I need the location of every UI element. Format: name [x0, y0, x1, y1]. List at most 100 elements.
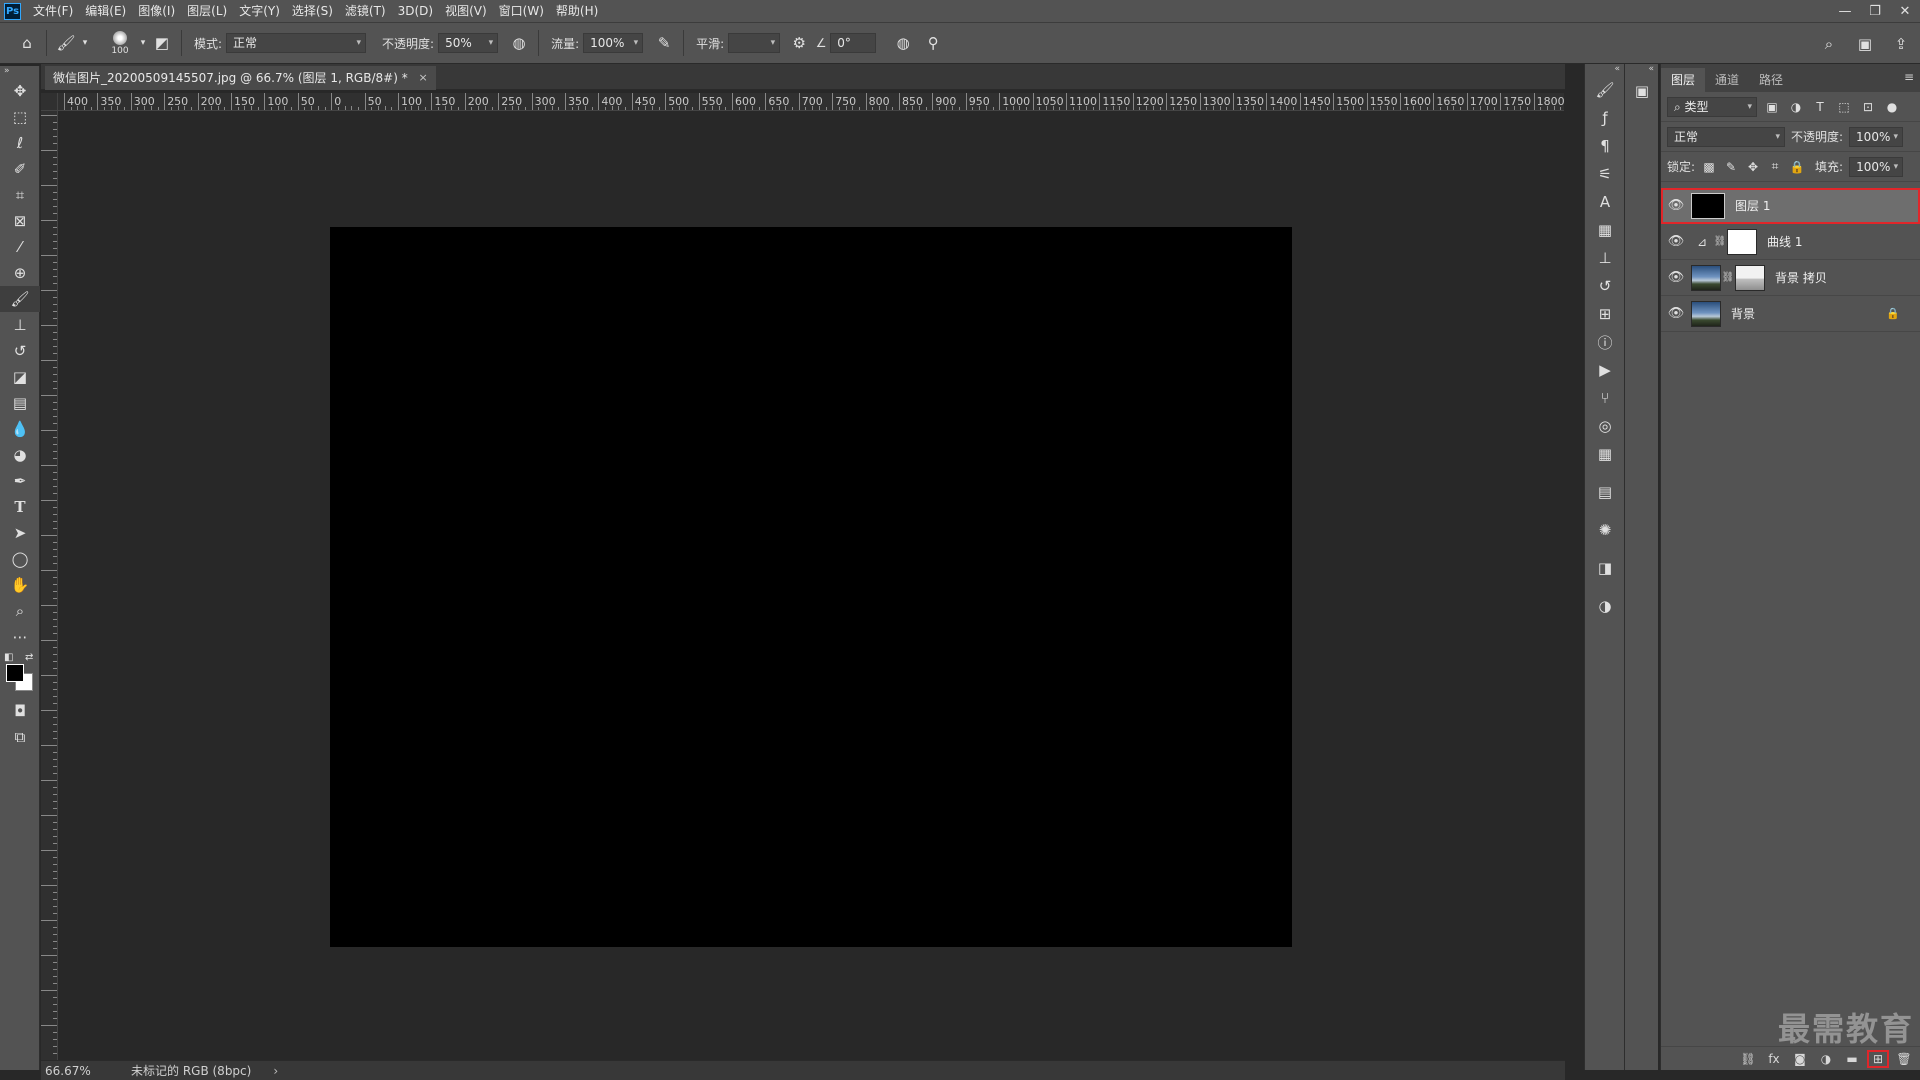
character-icon[interactable]: A: [1585, 188, 1625, 216]
menu-help[interactable]: 帮助(H): [550, 0, 604, 22]
brush-settings-panel-icon[interactable]: ◩: [149, 30, 175, 56]
clone-source-icon[interactable]: ⊥: [1585, 244, 1625, 272]
menu-filter[interactable]: 滤镜(T): [339, 0, 392, 22]
tab-layers[interactable]: 图层: [1661, 68, 1706, 92]
3d-icon[interactable]: ◎: [1585, 412, 1625, 440]
swatches-icon[interactable]: ✺: [1585, 516, 1625, 544]
paragraph-icon[interactable]: ¶: [1585, 132, 1625, 160]
layer-name[interactable]: 图层 1: [1735, 197, 1770, 214]
lock-transparency-icon[interactable]: ▩: [1701, 160, 1717, 174]
lock-all-icon[interactable]: 🔒: [1789, 160, 1805, 174]
restore-button[interactable]: ❐: [1860, 0, 1890, 22]
frame-tool-icon[interactable]: ⊠: [0, 208, 40, 234]
eyedropper-tool-icon[interactable]: ⁄: [0, 234, 40, 260]
document-tab[interactable]: 微信图片_20200509145507.jpg @ 66.7% (图层 1, R…: [45, 66, 436, 90]
flow-input[interactable]: 100% ▾: [583, 33, 644, 53]
blend-mode-select[interactable]: 正常 ▾: [1667, 126, 1785, 147]
pixel-filter-icon[interactable]: ▣: [1763, 100, 1781, 114]
adjustment-filter-icon[interactable]: ◑: [1787, 100, 1805, 114]
fill-input[interactable]: 100% ▾: [1849, 156, 1904, 177]
quick-select-tool-icon[interactable]: ✐: [0, 156, 40, 182]
crop-tool-icon[interactable]: ⌗: [0, 182, 40, 208]
collapse-icon[interactable]: «: [1585, 64, 1624, 76]
new-layer-icon[interactable]: ⊞: [1867, 1049, 1889, 1068]
layer-row-background-copy[interactable]: 👁 ⛓ 背景 拷贝: [1661, 260, 1920, 296]
link-layers-icon[interactable]: ⛓: [1739, 1052, 1757, 1066]
menu-select[interactable]: 选择(S): [286, 0, 339, 22]
share-icon[interactable]: ⇪: [1888, 31, 1914, 57]
dodge-tool-icon[interactable]: ◕: [0, 442, 40, 468]
document-canvas[interactable]: [330, 227, 1292, 947]
tab-channels[interactable]: 通道: [1705, 68, 1749, 92]
pen-tool-icon[interactable]: ✒: [0, 468, 40, 494]
airbrush-icon[interactable]: ✎: [651, 30, 677, 56]
foreground-color-swatch[interactable]: [6, 664, 24, 682]
angle-input[interactable]: 0°: [830, 33, 877, 53]
notes-icon[interactable]: ▤: [1585, 478, 1625, 506]
delete-layer-icon[interactable]: 🗑: [1895, 1052, 1913, 1066]
history-icon[interactable]: ↺: [1585, 272, 1625, 300]
marquee-tool-icon[interactable]: ⬚: [0, 104, 40, 130]
paths-icon[interactable]: ⑂: [1585, 384, 1625, 412]
properties-icon[interactable]: ◨: [1585, 554, 1625, 582]
collapse-icon[interactable]: »: [0, 66, 39, 78]
default-colors-icon[interactable]: ◧: [4, 652, 13, 663]
zoom-tool-icon[interactable]: ⌕: [0, 598, 40, 624]
layer-row-curves-1[interactable]: 👁 ⊿ ⛓ 曲线 1: [1661, 224, 1920, 260]
blur-tool-icon[interactable]: 💧: [0, 416, 40, 442]
close-icon[interactable]: ×: [418, 66, 427, 90]
menu-edit[interactable]: 编辑(E): [79, 0, 132, 22]
layer-row-layer-1[interactable]: 👁 图层 1: [1661, 188, 1920, 224]
layer-row-background[interactable]: 👁 背景 🔒: [1661, 296, 1920, 332]
more-tools-icon[interactable]: ⋯: [0, 624, 40, 650]
panel-menu-icon[interactable]: ≡: [1904, 70, 1914, 84]
home-icon[interactable]: ⌂: [14, 30, 40, 56]
gradient-tool-icon[interactable]: ▤: [0, 390, 40, 416]
opacity-input[interactable]: 50% ▾: [438, 33, 499, 53]
eye-icon[interactable]: 👁: [1661, 198, 1691, 213]
menu-file[interactable]: 文件(F): [27, 0, 79, 22]
brush-tool-icon[interactable]: 🖌: [0, 286, 40, 312]
gear-icon[interactable]: ⚙: [786, 30, 812, 56]
screen-mode-icon[interactable]: ⧉: [0, 724, 40, 750]
mode-select[interactable]: 正常 ▾: [226, 33, 367, 53]
menu-window[interactable]: 窗口(W): [493, 0, 550, 22]
new-adjustment-layer-icon[interactable]: ◑: [1817, 1052, 1835, 1066]
pressure-opacity-icon[interactable]: ◍: [506, 30, 532, 56]
menu-view[interactable]: 视图(V): [439, 0, 493, 22]
brush-tool-preset-icon[interactable]: 🖌: [53, 30, 79, 56]
layer-opacity-input[interactable]: 100% ▾: [1849, 126, 1904, 147]
menu-type[interactable]: 文字(Y): [233, 0, 286, 22]
close-button[interactable]: ✕: [1890, 0, 1920, 22]
layer-name[interactable]: 曲线 1: [1767, 233, 1802, 250]
layer-name[interactable]: 背景: [1731, 305, 1755, 322]
adjustments-icon[interactable]: ⚟: [1585, 160, 1625, 188]
color-icon[interactable]: ◑: [1585, 592, 1625, 620]
smart-object-filter-icon[interactable]: ⊡: [1859, 100, 1877, 114]
canvas-area[interactable]: [58, 111, 1564, 1065]
workspace-icon[interactable]: ▣: [1852, 31, 1878, 57]
minimize-button[interactable]: —: [1830, 0, 1860, 22]
tab-paths[interactable]: 路径: [1749, 68, 1793, 92]
eye-icon[interactable]: 👁: [1661, 270, 1691, 285]
chevron-right-icon[interactable]: ›: [251, 1064, 278, 1078]
collapse-icon[interactable]: «: [1625, 64, 1658, 76]
pressure-size-icon[interactable]: ◍: [890, 30, 916, 56]
history-brush-tool-icon[interactable]: ↺: [0, 338, 40, 364]
brush-settings-icon[interactable]: 🖌: [1585, 76, 1625, 104]
actions-icon[interactable]: ▶: [1585, 356, 1625, 384]
brushes-icon[interactable]: ƒ: [1585, 104, 1625, 132]
eye-icon[interactable]: 👁: [1661, 234, 1691, 249]
symmetry-icon[interactable]: ⚲: [920, 30, 946, 56]
clone-stamp-tool-icon[interactable]: ⊥: [0, 312, 40, 338]
layer-name[interactable]: 背景 拷贝: [1775, 269, 1827, 286]
brush-size-picker[interactable]: 100: [103, 26, 137, 60]
quick-mask-icon[interactable]: ◘: [0, 698, 40, 724]
navigator-icon[interactable]: ▣: [1625, 76, 1659, 106]
info-icon[interactable]: ⓘ: [1585, 328, 1625, 356]
type-filter-icon[interactable]: T: [1811, 100, 1829, 114]
menu-image[interactable]: 图像(I): [132, 0, 181, 22]
shape-filter-icon[interactable]: ⬚: [1835, 100, 1853, 114]
link-icon[interactable]: ⛓: [1713, 236, 1727, 247]
layer-comps-icon[interactable]: ⊞: [1585, 300, 1625, 328]
